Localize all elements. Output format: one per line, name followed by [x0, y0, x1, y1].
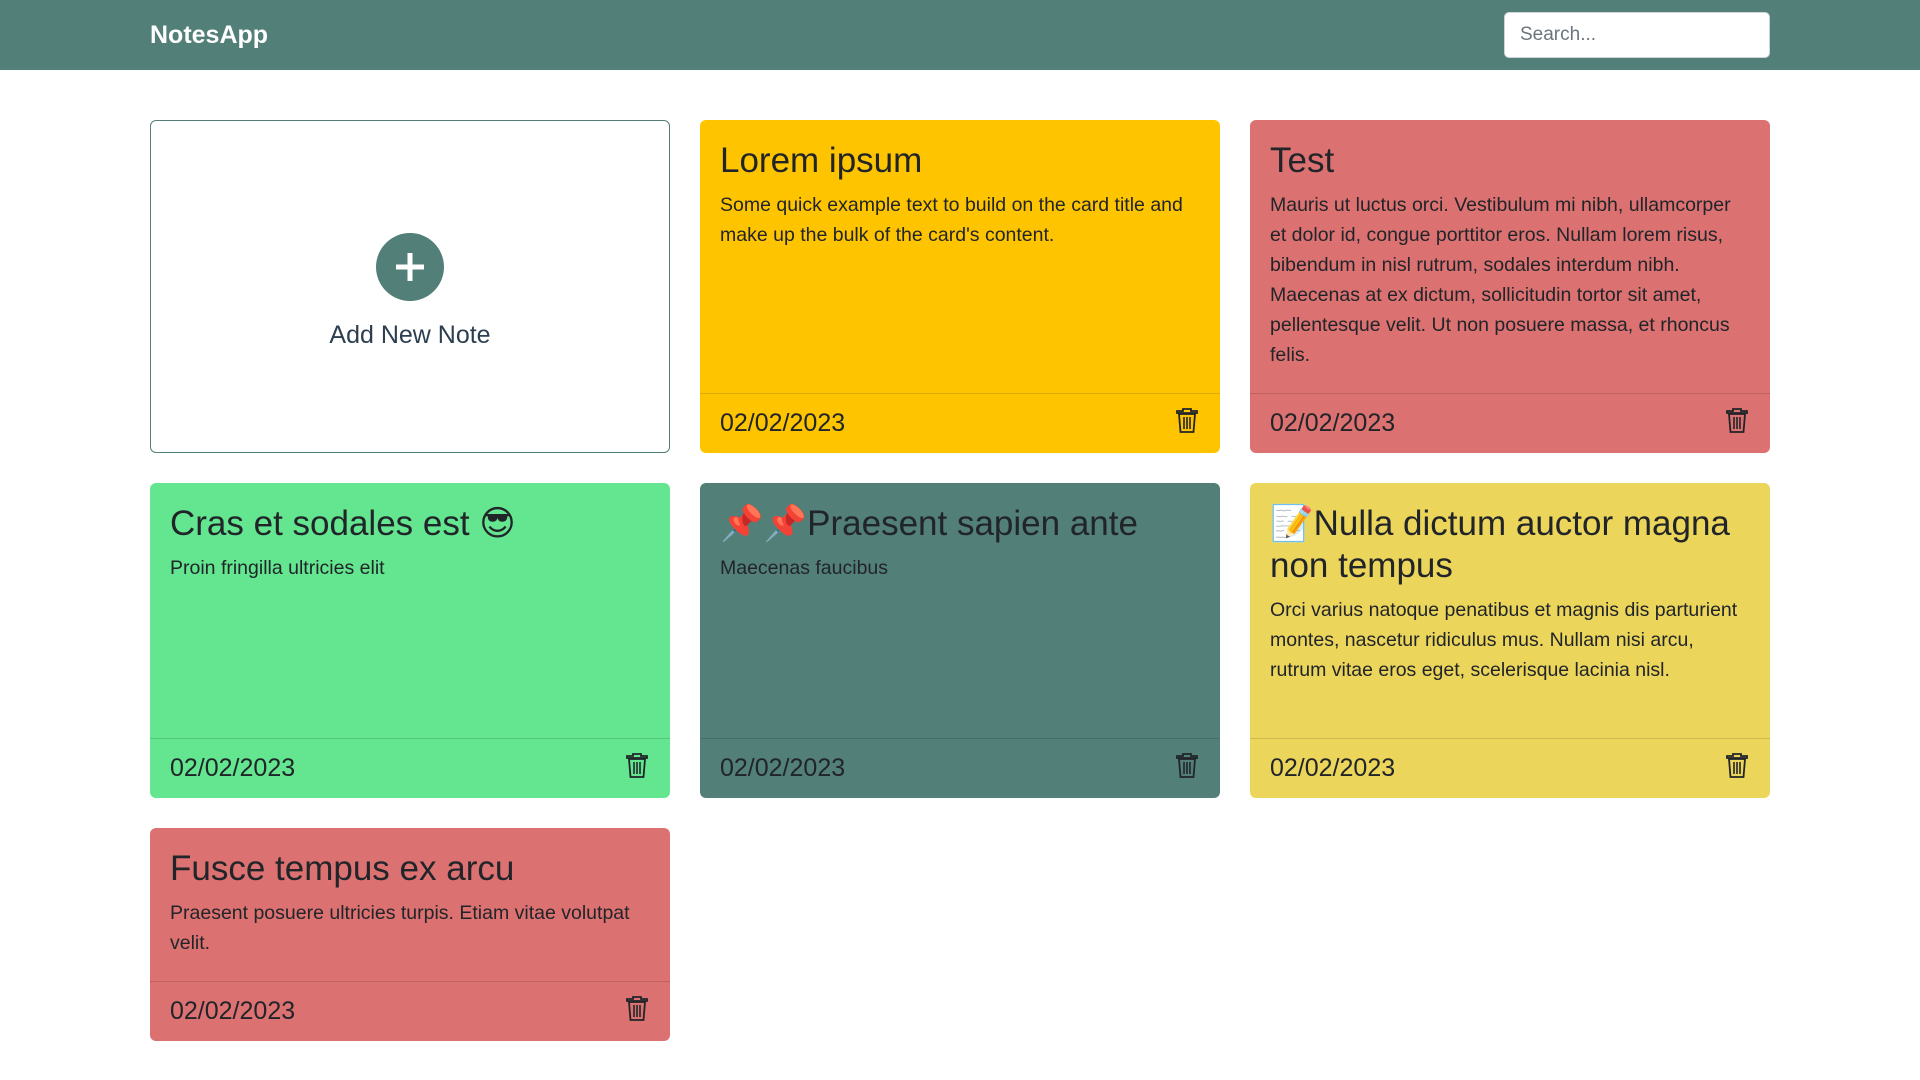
add-note-label: Add New Note — [329, 321, 491, 349]
note-footer: 02/02/2023 — [700, 393, 1220, 453]
note-date: 02/02/2023 — [1270, 409, 1396, 437]
note-body: Fusce tempus ex arcu Praesent posuere ul… — [150, 828, 670, 981]
note-date: 02/02/2023 — [170, 754, 296, 782]
trash-icon[interactable] — [1724, 405, 1750, 435]
brand-logo[interactable]: NotesApp — [150, 21, 268, 50]
note-body: Lorem ipsum Some quick example text to b… — [700, 120, 1220, 393]
note-text: Some quick example text to build on the … — [720, 194, 1183, 246]
note-card[interactable]: 📝Nulla dictum auctor magna non tempus Or… — [1250, 483, 1770, 798]
note-card[interactable]: 📌📌Praesent sapien ante Maecenas faucibus… — [700, 483, 1220, 798]
plus-icon[interactable] — [376, 233, 444, 301]
note-footer: 02/02/2023 — [700, 738, 1220, 798]
note-footer: 02/02/2023 — [1250, 393, 1770, 453]
trash-icon[interactable] — [1174, 405, 1200, 435]
notes-grid: Add New Note Lorem ipsum Some quick exam… — [150, 120, 1770, 1041]
note-date: 02/02/2023 — [1270, 754, 1396, 782]
note-body: Test Mauris ut luctus orci. Vestibulum m… — [1250, 120, 1770, 393]
note-footer: 02/02/2023 — [150, 738, 670, 798]
note-body: 📌📌Praesent sapien ante Maecenas faucibus — [700, 483, 1220, 738]
note-text: Praesent posuere ultricies turpis. Etiam… — [170, 902, 630, 954]
note-title: Lorem ipsum — [720, 141, 923, 180]
note-title: 📌📌Praesent sapien ante — [720, 504, 1138, 543]
note-title: Cras et sodales est 😎 — [170, 504, 516, 543]
note-text: Maecenas faucibus — [720, 557, 889, 579]
note-date: 02/02/2023 — [720, 754, 846, 782]
search-input[interactable] — [1504, 12, 1770, 58]
trash-icon[interactable] — [1724, 750, 1750, 780]
navbar: NotesApp — [0, 0, 1920, 70]
note-text: Orci varius natoque penatibus et magnis … — [1270, 599, 1738, 681]
note-text: Proin fringilla ultricies elit — [170, 557, 385, 579]
trash-icon[interactable] — [624, 993, 650, 1023]
note-body: Cras et sodales est 😎 Proin fringilla ul… — [150, 483, 670, 738]
note-title: Test — [1270, 141, 1335, 180]
note-title: Fusce tempus ex arcu — [170, 849, 515, 888]
note-body: 📝Nulla dictum auctor magna non tempus Or… — [1250, 483, 1770, 738]
note-card[interactable]: Fusce tempus ex arcu Praesent posuere ul… — [150, 828, 670, 1041]
note-date: 02/02/2023 — [170, 997, 296, 1025]
trash-icon[interactable] — [1174, 750, 1200, 780]
note-date: 02/02/2023 — [720, 409, 846, 437]
note-footer: 02/02/2023 — [1250, 738, 1770, 798]
note-card[interactable]: Cras et sodales est 😎 Proin fringilla ul… — [150, 483, 670, 798]
note-card[interactable]: Lorem ipsum Some quick example text to b… — [700, 120, 1220, 453]
note-text: Mauris ut luctus orci. Vestibulum mi nib… — [1270, 194, 1731, 366]
add-note-card[interactable]: Add New Note — [150, 120, 670, 453]
note-title: 📝Nulla dictum auctor magna non tempus — [1270, 504, 1730, 585]
note-card[interactable]: Test Mauris ut luctus orci. Vestibulum m… — [1250, 120, 1770, 453]
note-footer: 02/02/2023 — [150, 981, 670, 1041]
trash-icon[interactable] — [624, 750, 650, 780]
